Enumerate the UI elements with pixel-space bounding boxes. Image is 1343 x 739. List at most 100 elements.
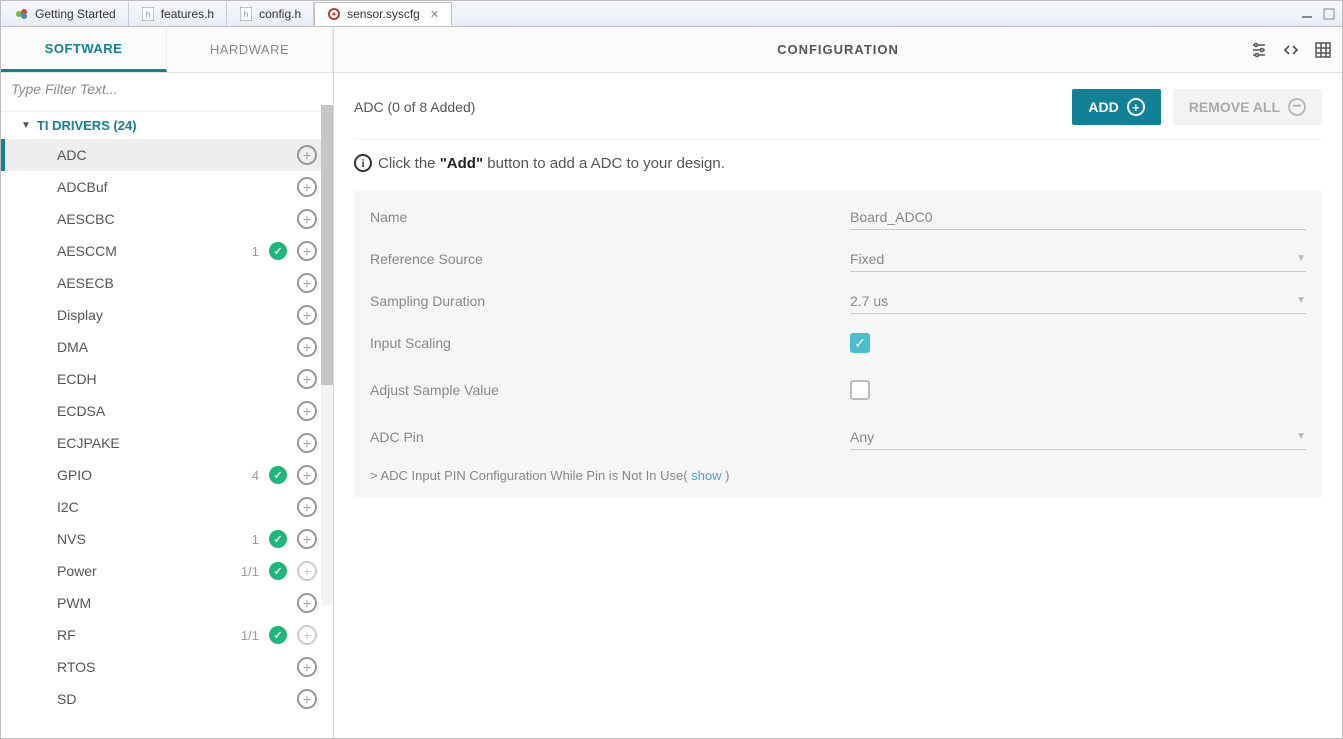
tree-row-ecdh[interactable]: ECDH+ (1, 363, 333, 395)
tree-row-label: I2C (57, 499, 297, 515)
add-instance-icon[interactable]: + (297, 273, 317, 293)
checkbox-adjust-sample[interactable] (850, 380, 870, 400)
add-instance-icon: + (297, 561, 317, 581)
check-icon: ✓ (269, 530, 287, 548)
row-adjust-sample: Adjust Sample Value (370, 368, 1306, 412)
tree-row-ecdsa[interactable]: ECDSA+ (1, 395, 333, 427)
checkbox-input-scaling[interactable]: ✓ (850, 333, 870, 353)
info-line: i Click the "Add" button to add a ADC to… (354, 154, 1322, 172)
add-instance-icon[interactable]: + (297, 593, 317, 613)
chevron-down-icon: ▼ (1296, 295, 1306, 306)
check-icon: ✓ (269, 562, 287, 580)
expander-pin-config[interactable]: > ADC Input PIN Configuration While Pin … (370, 468, 1306, 483)
tab-config-h[interactable]: h config.h (227, 2, 314, 26)
add-instance-icon[interactable]: + (297, 241, 317, 261)
select-adc-pin[interactable]: Any ▼ (850, 425, 1306, 450)
tree-row-count: 1/1 (241, 564, 259, 579)
select-sampling-duration[interactable]: 2.7 us ▼ (850, 289, 1306, 314)
maximize-icon[interactable] (1322, 7, 1336, 21)
minimize-icon[interactable] (1300, 7, 1314, 21)
left-pane: SOFTWARE HARDWARE Type Filter Text... ▼ … (1, 27, 334, 738)
tree-row-dma[interactable]: DMA+ (1, 331, 333, 363)
cfg-file-icon (327, 7, 341, 21)
tree-row-label: ADC (57, 147, 297, 163)
code-icon[interactable] (1282, 41, 1300, 59)
tree-row-label: AESECB (57, 275, 297, 291)
add-instance-icon[interactable]: + (297, 305, 317, 325)
add-instance-icon: + (297, 625, 317, 645)
tree-row-aescbc[interactable]: AESCBC+ (1, 203, 333, 235)
add-instance-icon[interactable]: + (297, 209, 317, 229)
tree-row-power[interactable]: Power1/1 ✓ + (1, 555, 333, 587)
tree-row-aesccm[interactable]: AESCCM1✓+ (1, 235, 333, 267)
config-actions (1250, 41, 1332, 59)
tree-row-i2c[interactable]: I2C+ (1, 491, 333, 523)
add-instance-icon[interactable]: + (297, 401, 317, 421)
tree-row-label: Power (57, 563, 241, 579)
tree-row-pwm[interactable]: PWM+ (1, 587, 333, 619)
remove-all-button[interactable]: REMOVE ALL − (1173, 89, 1322, 125)
add-instance-icon[interactable]: + (297, 689, 317, 709)
tree-row-rf[interactable]: RF1/1✓+ (1, 619, 333, 651)
row-sampling-duration: Sampling Duration 2.7 us ▼ (370, 284, 1306, 318)
tree-row-label: Display (57, 307, 297, 323)
add-instance-icon[interactable]: + (297, 657, 317, 677)
tree-row-sd[interactable]: SD+ (1, 683, 333, 715)
svg-text:h: h (244, 10, 249, 19)
label-name: Name (370, 209, 850, 225)
getting-started-icon (15, 7, 29, 21)
tree-row-gpio[interactable]: GPIO4✓+ (1, 459, 333, 491)
check-icon: ✓ (269, 466, 287, 484)
row-reference-source: Reference Source Fixed ▼ (370, 242, 1306, 276)
add-instance-icon[interactable]: + (297, 369, 317, 389)
close-icon[interactable]: ✕ (430, 8, 439, 21)
add-instance-icon[interactable]: + (297, 465, 317, 485)
tree-row-count: 1 (252, 244, 259, 259)
tab-features-h[interactable]: h features.h (129, 2, 227, 26)
input-name[interactable] (850, 205, 1306, 230)
row-name: Name (370, 200, 1306, 234)
sliders-icon[interactable] (1250, 41, 1268, 59)
add-button[interactable]: ADD + (1072, 89, 1160, 125)
check-icon: ✓ (269, 242, 287, 260)
tree-row-adc[interactable]: ADC+ (1, 139, 333, 171)
scrollbar-track[interactable] (321, 105, 333, 605)
plus-icon: + (1127, 98, 1145, 116)
add-instance-icon[interactable]: + (297, 177, 317, 197)
tab-getting-started[interactable]: Getting Started (3, 2, 129, 26)
tree-row-adcbuf[interactable]: ADCBuf+ (1, 171, 333, 203)
info-text: Click the "Add" button to add a ADC to y… (378, 155, 725, 172)
label-sampling-duration: Sampling Duration (370, 293, 850, 309)
left-subtabs: SOFTWARE HARDWARE (1, 27, 333, 73)
add-instance-icon[interactable]: + (297, 433, 317, 453)
add-instance-icon[interactable]: + (297, 529, 317, 549)
tree-row-label: GPIO (57, 467, 252, 483)
tree-row-rtos[interactable]: RTOS+ (1, 651, 333, 683)
add-instance-icon[interactable]: + (297, 145, 317, 165)
tree-row-aesecb[interactable]: AESECB+ (1, 267, 333, 299)
tree-row-label: ECDH (57, 371, 297, 387)
tree-row-label: ECDSA (57, 403, 297, 419)
label-adjust-sample: Adjust Sample Value (370, 382, 850, 398)
right-pane: CONFIGURATION ADC (0 of 8 Added) (334, 27, 1342, 738)
tree-header-ti-drivers[interactable]: ▼ TI DRIVERS (24) (1, 112, 333, 139)
tree-row-count: 1 (252, 532, 259, 547)
tab-sensor-syscfg[interactable]: sensor.syscfg ✕ (314, 2, 452, 26)
config-header: CONFIGURATION (334, 27, 1342, 73)
body-area: SOFTWARE HARDWARE Type Filter Text... ▼ … (1, 27, 1342, 738)
subtab-software[interactable]: SOFTWARE (1, 27, 167, 72)
add-instance-icon[interactable]: + (297, 497, 317, 517)
grid-icon[interactable] (1314, 41, 1332, 59)
add-instance-icon[interactable]: + (297, 337, 317, 357)
tree-row-ecjpake[interactable]: ECJPAKE+ (1, 427, 333, 459)
select-reference-source[interactable]: Fixed ▼ (850, 247, 1306, 272)
tree-row-display[interactable]: Display+ (1, 299, 333, 331)
subtab-hardware[interactable]: HARDWARE (167, 27, 333, 72)
show-link[interactable]: show (691, 468, 721, 483)
scrollbar-thumb[interactable] (321, 105, 333, 385)
h-file-icon: h (141, 7, 155, 21)
tree-row-nvs[interactable]: NVS1✓+ (1, 523, 333, 555)
tree-header-label: TI DRIVERS (24) (37, 118, 137, 133)
filter-input[interactable]: Type Filter Text... (1, 73, 333, 112)
h-file-icon: h (239, 7, 253, 21)
